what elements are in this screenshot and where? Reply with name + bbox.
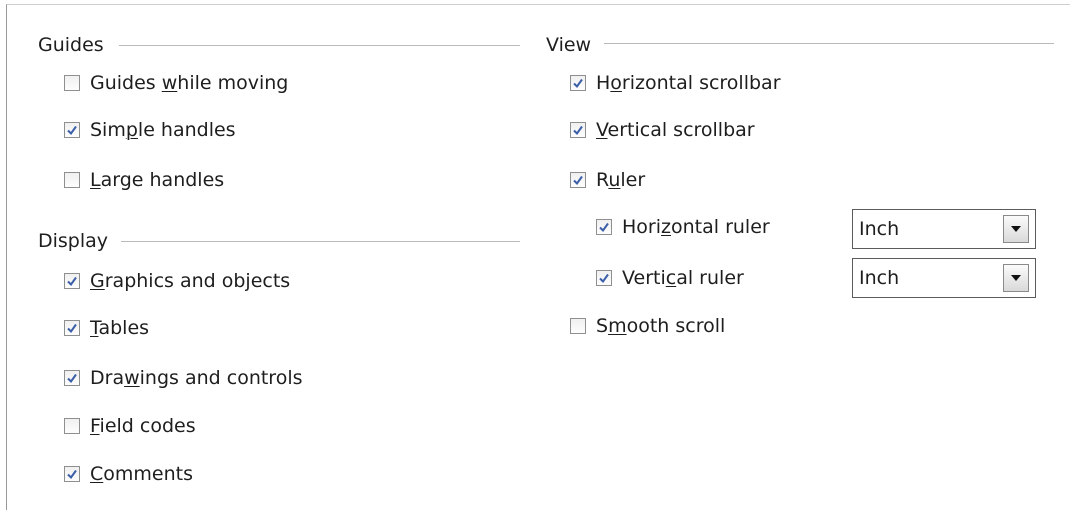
- tables-label: Tables: [90, 317, 150, 339]
- checkmark-icon: [67, 125, 77, 136]
- chevron-down-icon: [1011, 275, 1021, 281]
- checkbox-box: [570, 318, 586, 334]
- large-handles-checkbox[interactable]: Large handles: [64, 167, 224, 193]
- checkbox-box: [64, 370, 80, 386]
- field-codes-checkbox[interactable]: Field codes: [64, 413, 196, 439]
- vertical-ruler-label: Vertical ruler: [622, 267, 744, 289]
- vertical-scrollbar-checkbox[interactable]: Vertical scrollbar: [570, 117, 755, 143]
- smooth-scroll-label: Smooth scroll: [596, 315, 726, 337]
- field-codes-label: Field codes: [90, 415, 196, 437]
- checkmark-icon: [599, 273, 609, 284]
- checkbox-box: [64, 273, 80, 289]
- checkbox-box: [64, 466, 80, 482]
- horizontal-ruler-unit-value: Inch: [859, 218, 900, 240]
- checkbox-box: [596, 270, 612, 286]
- guides-while-moving-checkbox[interactable]: Guides while moving: [64, 70, 288, 96]
- dropdown-arrow-button[interactable]: [1003, 264, 1029, 292]
- chevron-down-icon: [1011, 226, 1021, 232]
- comments-label: Comments: [90, 463, 194, 485]
- drawings-and-controls-checkbox[interactable]: Drawings and controls: [64, 365, 303, 391]
- vertical-ruler-unit-select[interactable]: Inch: [852, 258, 1036, 298]
- checkmark-icon: [67, 469, 77, 480]
- display-separator: [121, 241, 520, 242]
- checkmark-icon: [599, 222, 609, 233]
- view-separator: [604, 43, 1054, 44]
- checkmark-icon: [573, 78, 583, 89]
- vertical-ruler-unit-value: Inch: [859, 267, 900, 289]
- checkbox-box: [64, 122, 80, 138]
- guides-while-moving-label: Guides while moving: [90, 72, 289, 94]
- tables-checkbox[interactable]: Tables: [64, 315, 149, 341]
- checkbox-box: [64, 172, 80, 188]
- checkbox-box: [64, 418, 80, 434]
- horizontal-ruler-checkbox[interactable]: Horizontal ruler: [596, 214, 770, 240]
- checkbox-box: [570, 172, 586, 188]
- checkbox-box: [64, 320, 80, 336]
- checkmark-icon: [67, 323, 77, 334]
- ruler-label: Ruler: [596, 169, 646, 191]
- smooth-scroll-checkbox[interactable]: Smooth scroll: [570, 313, 725, 339]
- horizontal-scrollbar-checkbox[interactable]: Horizontal scrollbar: [570, 70, 781, 96]
- vertical-ruler-checkbox[interactable]: Vertical ruler: [596, 265, 744, 291]
- checkmark-icon: [67, 373, 77, 384]
- horizontal-ruler-label: Horizontal ruler: [622, 216, 770, 238]
- guides-separator: [119, 45, 520, 46]
- graphics-and-objects-checkbox[interactable]: Graphics and objects: [64, 268, 290, 294]
- ruler-checkbox[interactable]: Ruler: [570, 167, 645, 193]
- comments-checkbox[interactable]: Comments: [64, 461, 193, 487]
- horizontal-scrollbar-label: Horizontal scrollbar: [596, 72, 781, 94]
- display-section-title: Display: [38, 230, 109, 252]
- checkbox-box: [596, 219, 612, 235]
- dropdown-arrow-button[interactable]: [1003, 215, 1029, 243]
- simple-handles-label: Simple handles: [90, 119, 236, 141]
- view-section-title: View: [546, 34, 592, 56]
- guides-section-title: Guides: [38, 34, 104, 56]
- graphics-and-objects-label: Graphics and objects: [90, 270, 291, 292]
- checkmark-icon: [573, 175, 583, 186]
- horizontal-ruler-unit-select[interactable]: Inch: [852, 209, 1036, 249]
- vertical-scrollbar-label: Vertical scrollbar: [596, 119, 755, 141]
- drawings-and-controls-label: Drawings and controls: [90, 367, 303, 389]
- checkbox-box: [570, 75, 586, 91]
- large-handles-label: Large handles: [90, 169, 225, 191]
- checkmark-icon: [67, 276, 77, 287]
- checkbox-box: [570, 122, 586, 138]
- checkmark-icon: [573, 125, 583, 136]
- checkbox-box: [64, 75, 80, 91]
- simple-handles-checkbox[interactable]: Simple handles: [64, 117, 236, 143]
